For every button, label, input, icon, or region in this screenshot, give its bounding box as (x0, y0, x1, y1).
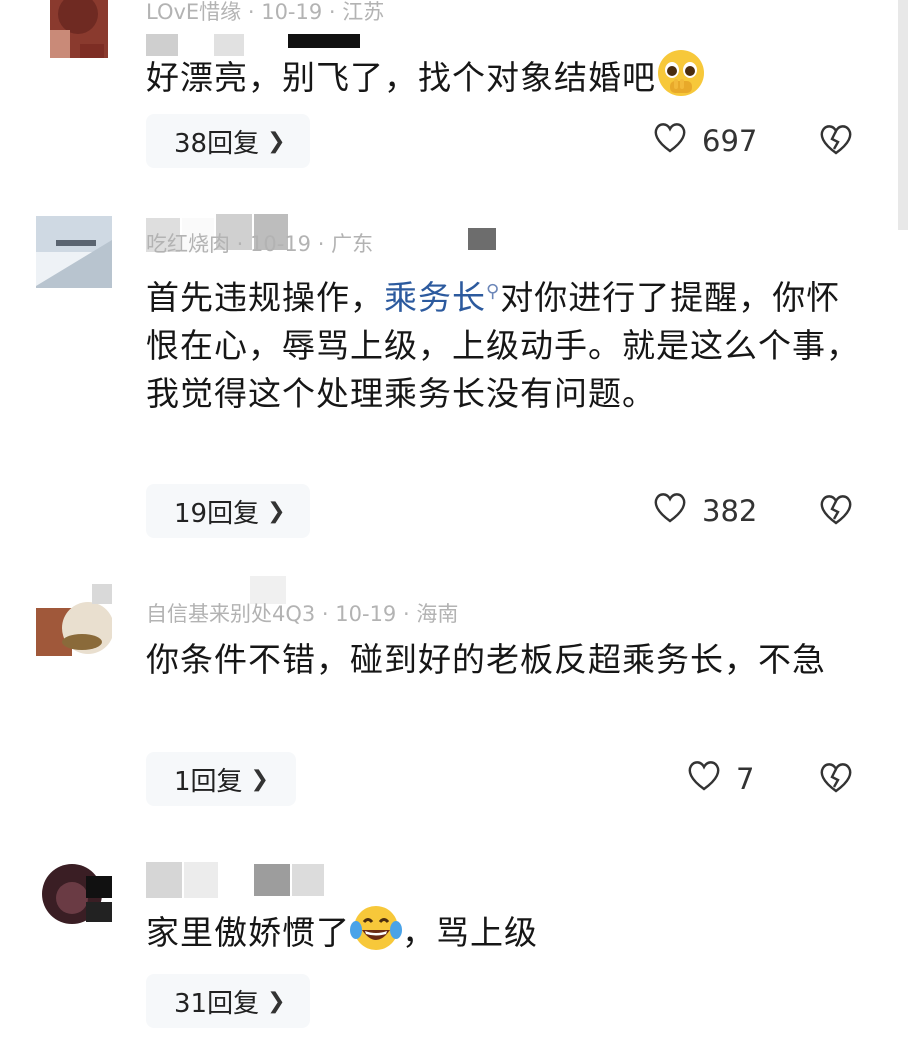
chevron-right-icon: ❯ (250, 766, 269, 792)
chevron-right-icon: ❯ (267, 498, 286, 524)
reply-count-label: 1回复 (174, 766, 243, 797)
reply-count-label: 31回复 (174, 988, 260, 1019)
comment-text-body: ，骂上级 (402, 913, 538, 952)
broken-heart-icon (818, 763, 854, 798)
dislike-button[interactable] (818, 760, 858, 800)
comment-text: 首先违规操作，乘务长⚲对你进行了提醒，你怀恨在心，辱骂上级，上级动手。就是这么个… (146, 268, 866, 418)
dislike-button[interactable] (818, 492, 858, 532)
comment-text-body: 好漂亮，别飞了，找个对象结婚吧 (146, 58, 656, 97)
avatar[interactable] (36, 584, 112, 656)
search-icon: ⚲ (486, 281, 501, 302)
chevron-right-icon: ❯ (267, 128, 286, 154)
reply-count-button[interactable]: 19回复 ❯ (146, 484, 310, 538)
comment-text: 家里傲娇惯了 ，骂上级 (146, 904, 866, 965)
mosaic-redaction (468, 228, 496, 250)
mosaic-redaction (146, 862, 218, 898)
comment-meta: 吃红烧肉 · 10-19 · 广东 (146, 232, 374, 256)
comment-text-body: 首先违规操作， (146, 278, 384, 317)
scrollbar[interactable] (898, 0, 908, 230)
reply-count-button[interactable]: 1回复 ❯ (146, 752, 296, 806)
chevron-right-icon: ❯ (267, 988, 286, 1014)
comment-text: 好漂亮，别飞了，找个对象结婚吧 (146, 48, 866, 111)
dislike-button[interactable] (818, 122, 858, 162)
mosaic-redaction (288, 34, 360, 48)
comment-text: 你条件不错，碰到好的老板反超乘务长，不急 (146, 636, 866, 684)
comment-meta: 自信基来别处4Q3 · 10-19 · 海南 (146, 602, 459, 626)
avatar[interactable] (36, 858, 112, 930)
mention-label: 乘务长 (384, 278, 486, 317)
like-button[interactable]: 697 (652, 120, 757, 161)
broken-heart-icon (818, 495, 854, 530)
broken-heart-icon (818, 125, 854, 160)
comment-text-body: 你条件不错，碰到好的老板反超乘务长，不急 (146, 640, 826, 679)
mention-link[interactable]: 乘务长⚲ (384, 278, 500, 317)
reply-count-label: 38回复 (174, 128, 260, 159)
pleading-face-icon (656, 48, 706, 111)
comment-meta: LOvE惜缘 · 10-19 · 江苏 (146, 0, 385, 24)
reply-count-label: 19回复 (174, 498, 260, 529)
like-count: 7 (736, 761, 755, 796)
reply-count-button[interactable]: 31回复 ❯ (146, 974, 310, 1028)
reply-count-button[interactable]: 38回复 ❯ (146, 114, 310, 168)
avatar[interactable] (36, 0, 112, 72)
mosaic-redaction (254, 864, 324, 896)
heart-icon (686, 758, 722, 799)
like-count: 697 (702, 123, 758, 158)
heart-icon (652, 490, 688, 531)
like-button[interactable]: 7 (686, 758, 754, 799)
like-button[interactable]: 382 (652, 490, 757, 531)
avatar[interactable] (36, 216, 112, 288)
comment-text-body: 家里傲娇惯了 (146, 913, 350, 952)
tears-of-joy-icon (350, 904, 402, 965)
heart-icon (652, 120, 688, 161)
like-count: 382 (702, 493, 758, 528)
